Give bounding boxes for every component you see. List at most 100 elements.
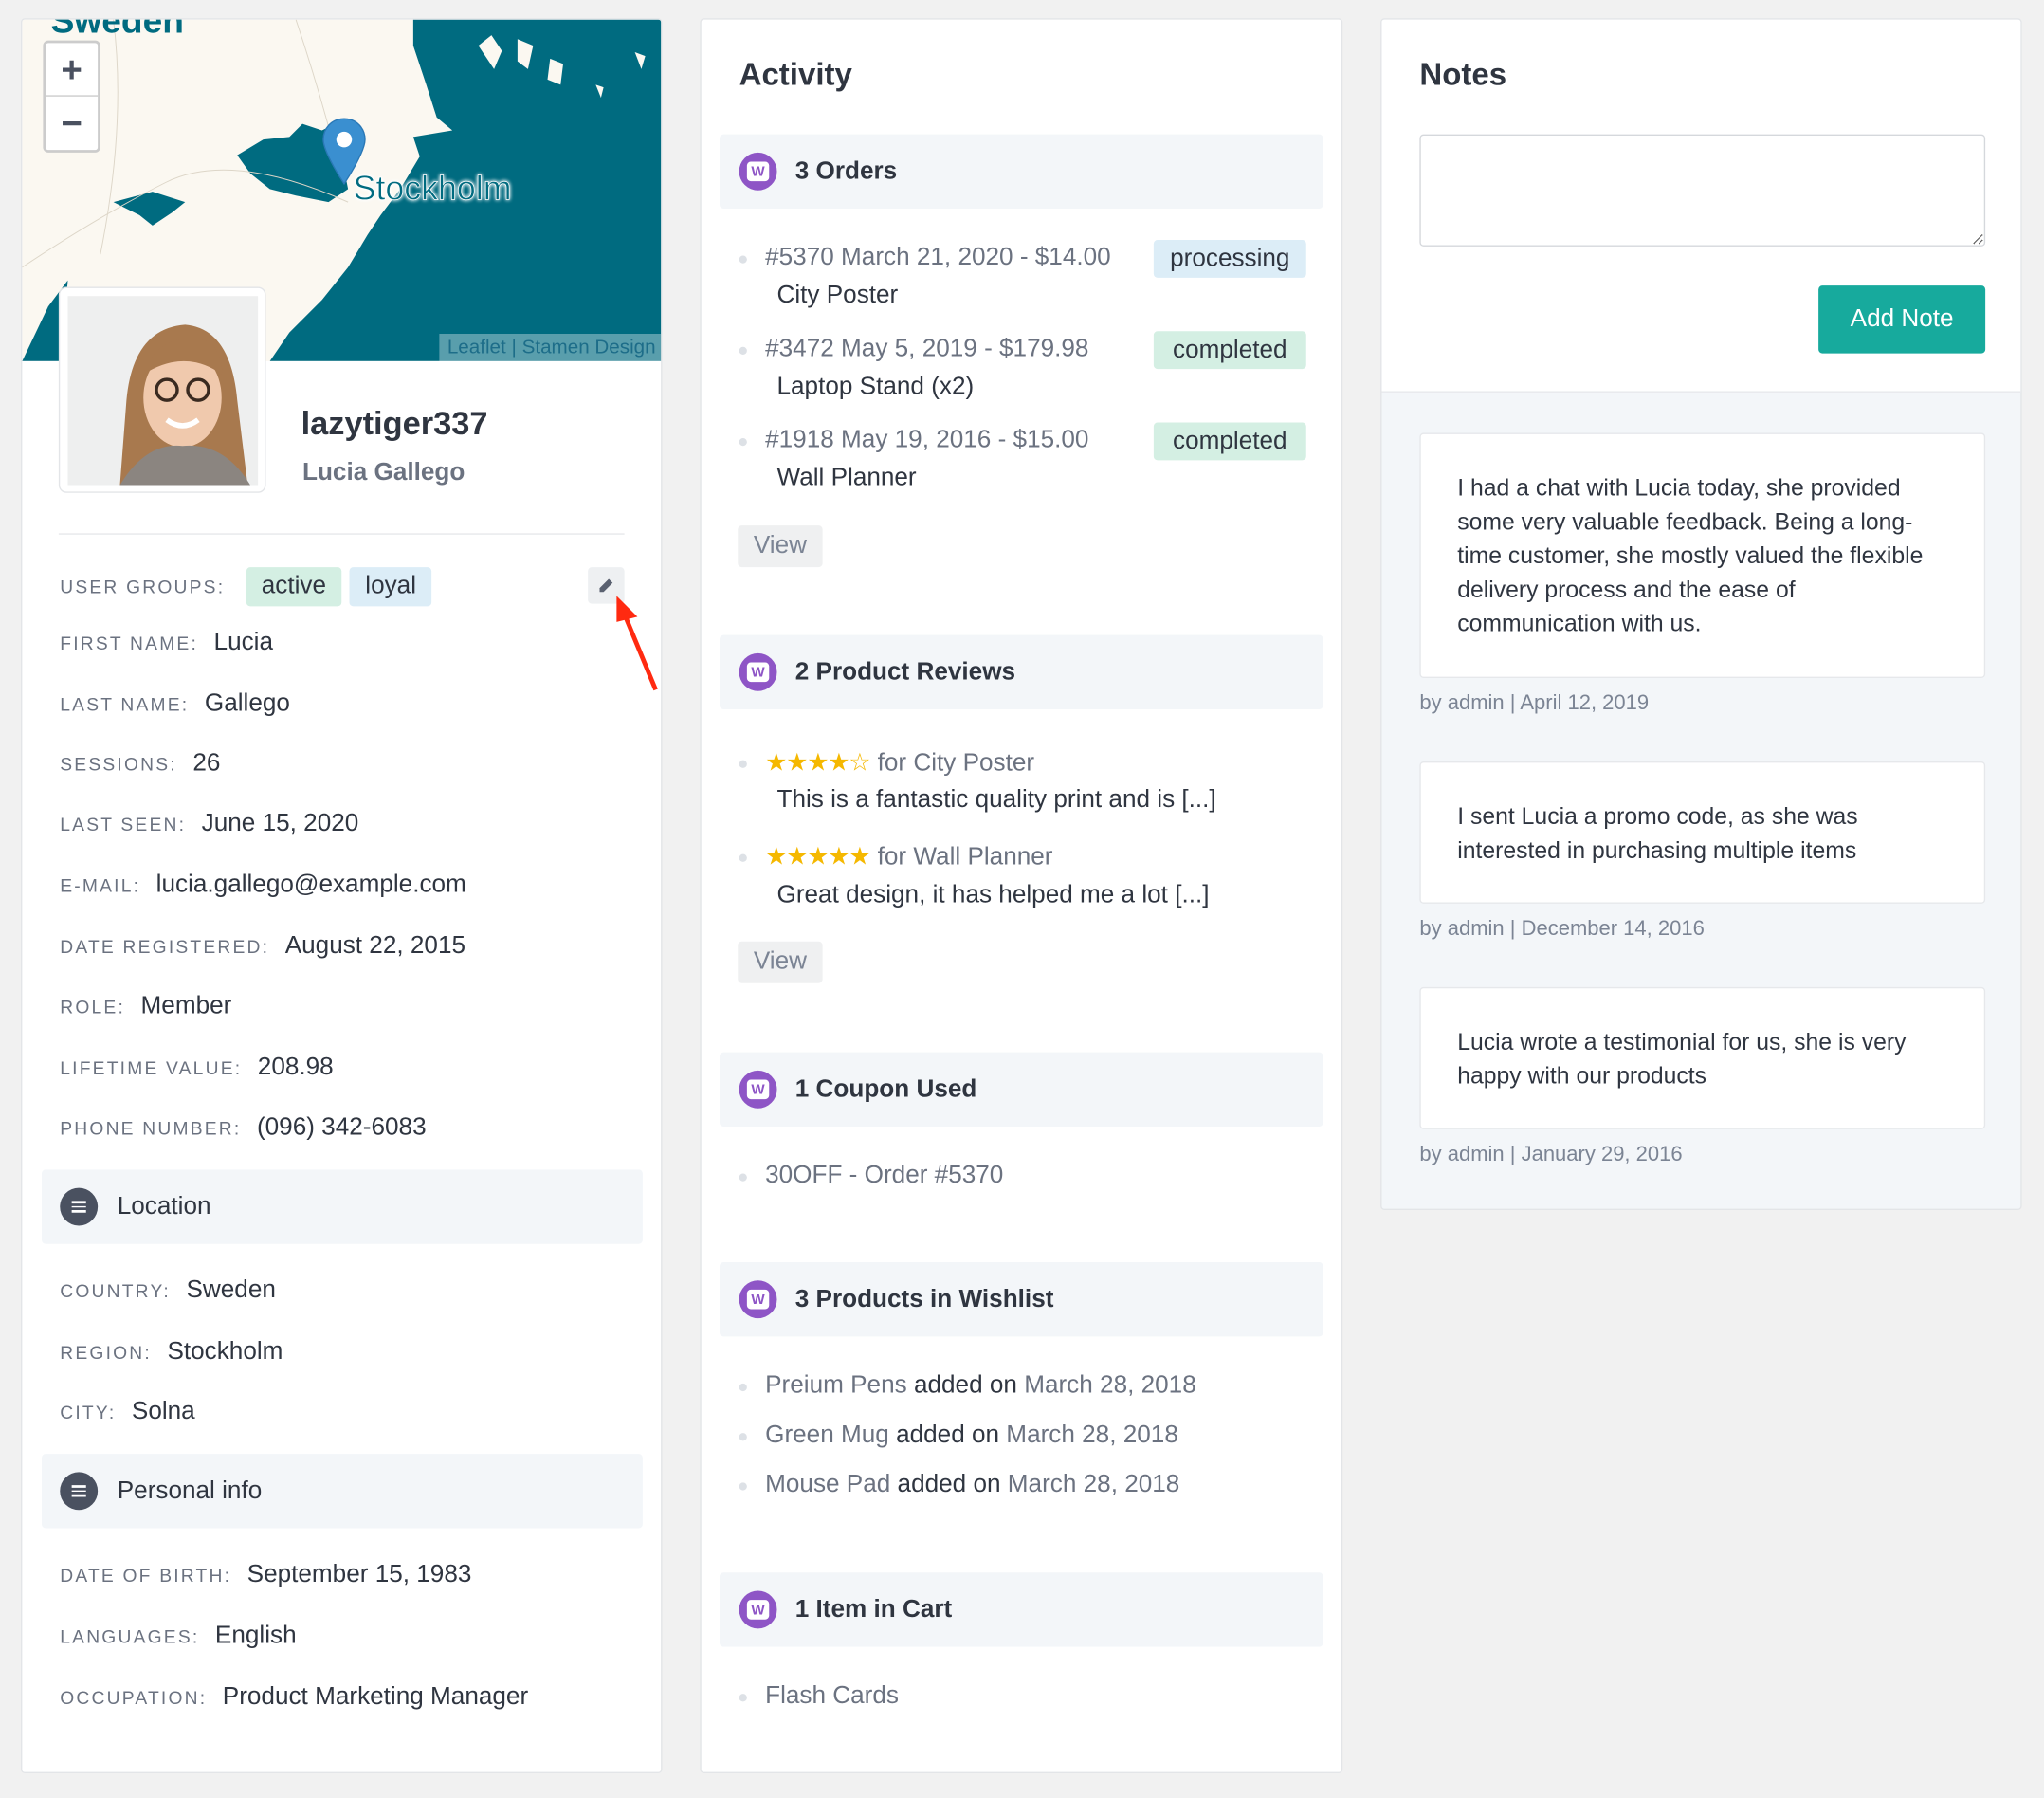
- wishlist-item: Preium Pens added on March 28, 2018: [739, 1371, 1196, 1401]
- view-orders-button[interactable]: View: [738, 525, 823, 568]
- field-value: Stockholm: [167, 1337, 283, 1366]
- field-value: Product Marketing Manager: [222, 1683, 529, 1711]
- wishlist-action: added on: [913, 1371, 1017, 1400]
- order-product: Wall Planner: [776, 464, 917, 492]
- section-title: Personal info: [117, 1477, 263, 1505]
- cart-header: W 1 Item in Cart: [720, 1572, 1323, 1647]
- profile-card: Sweden + − Stockholm Leaflet | Stamen De…: [21, 18, 663, 1773]
- field-role: Role: Member: [60, 992, 231, 1020]
- note-meta: by admin | April 12, 2019: [1419, 692, 1650, 715]
- field-phone: Phone number: (096) 342-6083: [60, 1113, 426, 1142]
- field-label: Phone number:: [60, 1117, 242, 1139]
- section-title: 3 Orders: [794, 156, 898, 185]
- notes-card: Notes Add Note I had a chat with Lucia t…: [1380, 18, 2022, 1210]
- divider: [58, 533, 625, 535]
- wishlist-date: March 28, 2018: [1024, 1371, 1196, 1400]
- field-label: Last seen:: [60, 814, 187, 835]
- activity-title: Activity: [739, 57, 852, 93]
- reviews-header: W 2 Product Reviews: [720, 634, 1323, 709]
- username: lazytiger337: [301, 405, 488, 443]
- list-icon: [60, 1187, 99, 1226]
- review-target: for City Poster: [877, 749, 1035, 778]
- notes-title: Notes: [1419, 57, 1507, 93]
- section-title: 3 Products in Wishlist: [794, 1285, 1054, 1312]
- order-product: Laptop Stand (x2): [776, 373, 975, 401]
- field-country: Country: Sweden: [60, 1276, 276, 1305]
- list-icon: [60, 1472, 99, 1511]
- wishlist-product: Preium Pens: [765, 1371, 907, 1400]
- field-label: Languages:: [60, 1625, 200, 1647]
- field-label: Date registered:: [60, 936, 270, 958]
- star-rating: ★★★★☆: [765, 749, 871, 778]
- note-textarea[interactable]: [1419, 134, 1986, 247]
- woocommerce-icon: W: [739, 1070, 777, 1109]
- order-line[interactable]: #1918 May 19, 2016 - $15.00: [739, 427, 1088, 455]
- field-city: City: Solna: [60, 1398, 194, 1426]
- add-note-button[interactable]: Add Note: [1818, 285, 1986, 354]
- field-value: September 15, 1983: [246, 1560, 472, 1588]
- order-product: City Poster: [776, 282, 899, 309]
- wishlist-action: added on: [896, 1421, 1000, 1449]
- cart-item: Flash Cards: [739, 1681, 899, 1710]
- note-item: I had a chat with Lucia today, she provi…: [1419, 432, 1986, 678]
- field-value: Lucia: [213, 628, 273, 656]
- field-value: English: [214, 1622, 297, 1650]
- field-label: Occupation:: [60, 1687, 208, 1709]
- woocommerce-icon: W: [739, 652, 777, 691]
- woocommerce-icon: W: [739, 1590, 777, 1629]
- group-tag-loyal: loyal: [349, 567, 432, 607]
- attribution-separator: |: [511, 336, 517, 359]
- zoom-in-button[interactable]: +: [46, 43, 99, 97]
- field-label: Region:: [60, 1341, 152, 1363]
- zoom-out-button[interactable]: −: [46, 97, 98, 150]
- woocommerce-icon: W: [739, 1280, 777, 1319]
- activity-card: Activity W 3 Orders #5370 March 21, 2020 …: [700, 18, 1343, 1773]
- field-label: Date of birth:: [60, 1565, 232, 1586]
- field-label: Country:: [60, 1280, 171, 1302]
- wishlist-date: March 28, 2018: [1006, 1421, 1178, 1449]
- order-line[interactable]: #3472 May 5, 2019 - $179.98: [739, 335, 1088, 363]
- field-label: First name:: [60, 632, 199, 653]
- field-label: Lifetime value:: [60, 1057, 243, 1079]
- stamen-link[interactable]: Stamen Design: [522, 337, 656, 358]
- section-title: 1 Coupon Used: [794, 1074, 977, 1103]
- field-value: 208.98: [257, 1054, 334, 1081]
- field-email: E-mail: lucia.gallego@example.com: [60, 871, 466, 900]
- wishlist-item: Mouse Pad added on March 28, 2018: [739, 1471, 1179, 1499]
- coupons-header: W 1 Coupon Used: [720, 1052, 1323, 1127]
- field-label: Sessions:: [60, 753, 177, 775]
- coupon-item: 30OFF - Order #5370: [739, 1162, 1004, 1189]
- full-name: Lucia Gallego: [302, 459, 465, 486]
- note-item: I sent Lucia a promo code, as she was in…: [1419, 761, 1986, 904]
- location-section-header: Location: [42, 1169, 643, 1244]
- field-value[interactable]: lucia.gallego@example.com: [156, 871, 466, 900]
- field-value: Solna: [131, 1398, 195, 1425]
- field-lifetime-value: Lifetime value: 208.98: [60, 1054, 333, 1082]
- field-value: Sweden: [186, 1276, 276, 1304]
- field-value: August 22, 2015: [284, 932, 466, 960]
- review-line[interactable]: ★★★★★ for Wall Planner: [739, 842, 1053, 872]
- avatar: [58, 286, 266, 493]
- personal-info-section-header: Personal info: [42, 1454, 643, 1529]
- user-groups-label: User groups:: [60, 576, 226, 597]
- review-text: Great design, it has helped me a lot [..…: [776, 881, 1210, 909]
- order-line[interactable]: #5370 March 21, 2020 - $14.00: [739, 244, 1111, 272]
- field-languages: Languages: English: [60, 1623, 296, 1651]
- field-date-of-birth: Date of birth: September 15, 1983: [60, 1561, 471, 1589]
- map-city-label: Stockholm: [353, 168, 512, 208]
- red-arrow-annotation: [616, 596, 658, 691]
- status-badge: processing: [1153, 240, 1306, 278]
- leaflet-link[interactable]: Leaflet: [447, 337, 506, 358]
- field-value: Gallego: [204, 689, 290, 718]
- field-last-name: Last name: Gallego: [60, 689, 290, 718]
- field-value: Member: [140, 992, 232, 1020]
- section-title: Location: [117, 1192, 211, 1220]
- field-first-name: First name: Lucia: [60, 629, 273, 657]
- field-value: 26: [192, 749, 221, 778]
- review-line[interactable]: ★★★★☆ for City Poster: [739, 748, 1035, 779]
- view-reviews-button[interactable]: View: [738, 941, 823, 983]
- field-label: Role:: [60, 996, 126, 1018]
- wishlist-product: Green Mug: [765, 1421, 889, 1449]
- review-target: for Wall Planner: [877, 843, 1053, 871]
- wishlist-product: Mouse Pad: [765, 1471, 891, 1498]
